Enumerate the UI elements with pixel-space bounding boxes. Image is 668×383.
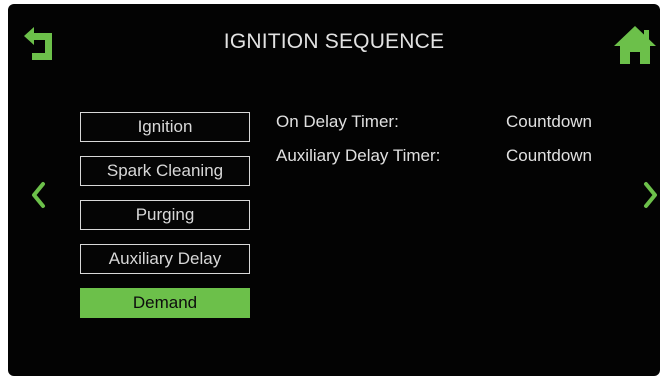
- page-title: IGNITION SEQUENCE: [223, 30, 445, 53]
- on-delay-timer-value: Countdown: [506, 112, 593, 131]
- step-demand-button[interactable]: Demand: [80, 288, 250, 318]
- step-spark-cleaning-button[interactable]: Spark Cleaning: [80, 156, 250, 186]
- step-ignition-button[interactable]: Ignition: [80, 112, 250, 142]
- auxiliary-delay-timer-value: Countdown: [506, 146, 593, 165]
- home-icon[interactable]: [612, 24, 658, 66]
- step-purging-button[interactable]: Purging: [80, 200, 250, 230]
- screen: IGNITION SEQUENCE Ignition Spark Cleanin…: [0, 0, 668, 383]
- auxiliary-delay-timer-label: Auxiliary Delay Timer:: [276, 146, 441, 165]
- chevron-left-icon[interactable]: [30, 180, 46, 210]
- on-delay-timer-label: On Delay Timer:: [276, 112, 399, 131]
- chevron-right-icon[interactable]: [643, 180, 659, 210]
- sequence-step-list: Ignition Spark Cleaning Purging Auxiliar…: [80, 112, 250, 332]
- step-auxiliary-delay-button[interactable]: Auxiliary Delay: [80, 244, 250, 274]
